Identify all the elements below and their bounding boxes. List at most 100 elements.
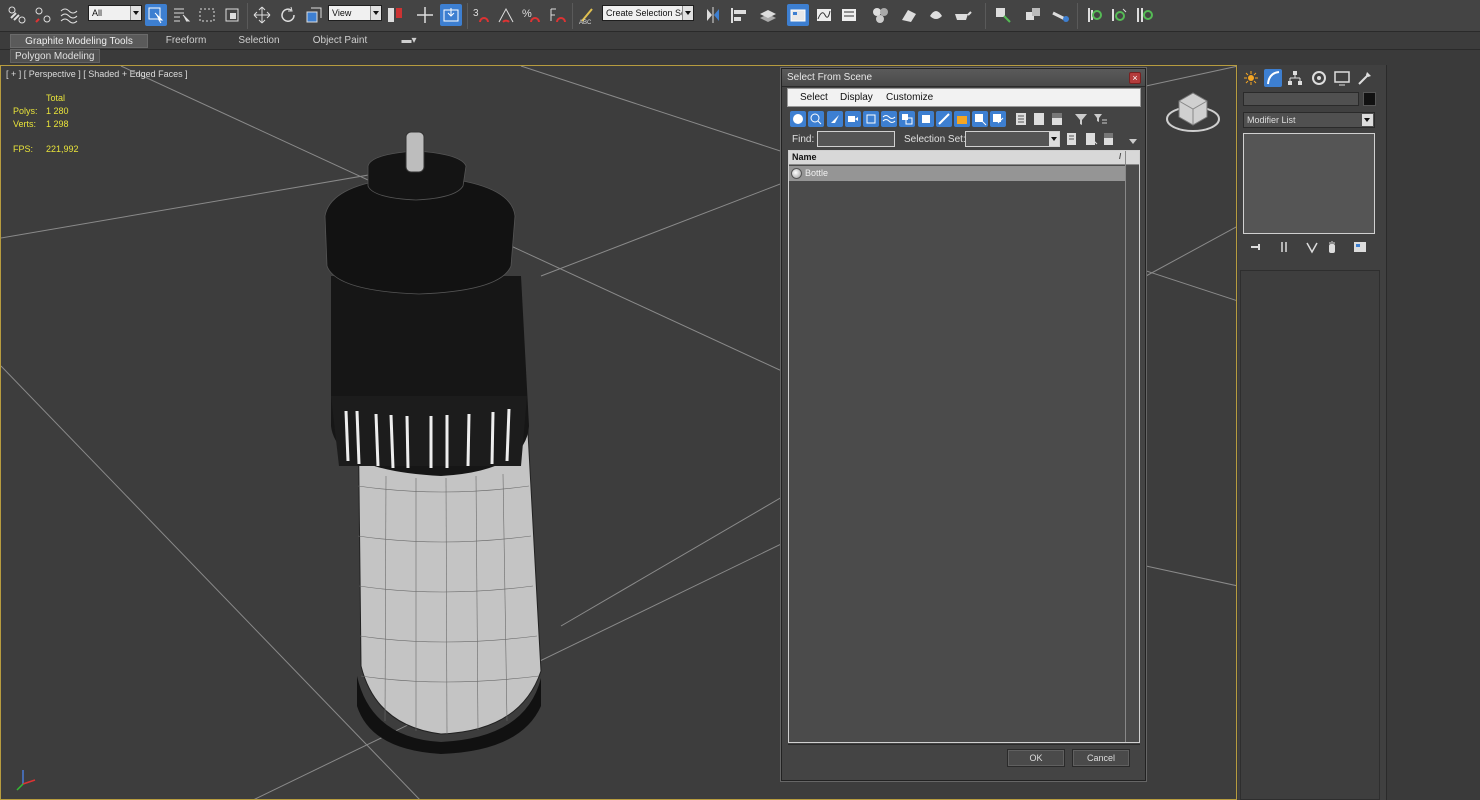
select-by-name-icon[interactable] xyxy=(170,4,192,26)
main-toolbar: All View 3 % ABC Create Selection Se xyxy=(0,0,1480,32)
motion-panel-icon[interactable] xyxy=(1310,69,1328,87)
configure-modifier-sets-icon[interactable] xyxy=(1352,239,1368,255)
display-invert-icon[interactable] xyxy=(1049,111,1065,127)
selection-set-dropdown[interactable] xyxy=(965,131,1060,147)
extras-toolbar-icon-3[interactable] xyxy=(1049,4,1071,26)
select-dependents-icon[interactable] xyxy=(1092,111,1108,127)
object-name-field[interactable] xyxy=(1243,92,1359,106)
display-groups-icon[interactable] xyxy=(899,111,915,127)
select-and-rotate-icon[interactable] xyxy=(277,4,299,26)
rectangular-selection-icon[interactable] xyxy=(196,4,218,26)
angle-snap-icon[interactable] xyxy=(495,4,517,26)
display-frozen-icon[interactable] xyxy=(972,111,988,127)
select-invert-icon[interactable] xyxy=(1101,131,1117,147)
expand-toolbar-icon[interactable] xyxy=(1125,133,1141,149)
polygon-modeling-panel[interactable]: Polygon Modeling xyxy=(10,49,100,63)
find-label: Find: xyxy=(792,134,815,145)
display-bones-icon[interactable] xyxy=(936,111,952,127)
align-icon[interactable] xyxy=(728,4,750,26)
display-hidden-icon[interactable] xyxy=(990,111,1006,127)
list-header[interactable]: Name / xyxy=(789,151,1139,165)
geometry-object-icon xyxy=(791,168,802,179)
find-input[interactable] xyxy=(817,131,895,147)
list-scrollbar[interactable] xyxy=(1125,151,1139,742)
pin-stack-icon[interactable] xyxy=(1248,239,1264,255)
pivot-point-center-icon[interactable] xyxy=(384,4,406,26)
display-none-icon[interactable] xyxy=(1031,111,1047,127)
mirror-icon[interactable] xyxy=(702,4,724,26)
display-space-warps-icon[interactable] xyxy=(881,111,897,127)
display-containers-icon[interactable] xyxy=(954,111,970,127)
column-name-header[interactable]: Name xyxy=(792,152,817,162)
menu-display[interactable]: Display xyxy=(840,92,873,103)
extras-toolbar-icon-2[interactable] xyxy=(1022,4,1044,26)
named-selection-sets-dropdown[interactable]: Create Selection Se xyxy=(602,5,694,21)
object-color-swatch[interactable] xyxy=(1363,92,1376,106)
tab-freeform[interactable]: Freeform xyxy=(158,34,214,48)
rendered-frame-window-icon[interactable] xyxy=(925,4,947,26)
selection-filter-dropdown[interactable]: All xyxy=(88,5,142,21)
list-item[interactable]: Bottle xyxy=(789,166,1125,181)
display-cameras-icon[interactable] xyxy=(845,111,861,127)
modify-panel-icon[interactable] xyxy=(1264,69,1282,87)
manipulate-icon[interactable] xyxy=(414,4,436,26)
layer-manager-icon[interactable] xyxy=(757,4,779,26)
dialog-menu-bar: Select Display Customize xyxy=(787,88,1141,107)
curve-editor-icon[interactable] xyxy=(813,4,835,26)
modifier-stack[interactable] xyxy=(1243,133,1375,234)
tab-object-paint[interactable]: Object Paint xyxy=(306,34,374,48)
remove-modifier-icon[interactable] xyxy=(1324,239,1340,255)
spinner-snap-icon[interactable] xyxy=(546,4,568,26)
ok-button[interactable]: OK xyxy=(1007,749,1065,767)
render-production-icon[interactable] xyxy=(951,4,973,26)
render-setup-icon[interactable] xyxy=(898,4,920,26)
scene-object-list[interactable]: Name / Bottle xyxy=(788,150,1140,743)
keyboard-shortcut-override-icon[interactable] xyxy=(440,4,462,26)
display-shapes-icon[interactable] xyxy=(808,111,824,127)
extras-toolbar-icon-4[interactable] xyxy=(1083,4,1105,26)
tab-selection[interactable]: Selection xyxy=(230,34,288,48)
material-editor-icon[interactable] xyxy=(869,4,891,26)
show-end-result-icon[interactable] xyxy=(1276,239,1292,255)
cancel-button[interactable]: Cancel xyxy=(1072,749,1130,767)
extras-toolbar-icon-1[interactable] xyxy=(992,4,1014,26)
ribbon-options-icon[interactable]: ▬▾ xyxy=(398,34,420,48)
utilities-panel-icon[interactable] xyxy=(1356,69,1374,87)
edit-named-selection-icon[interactable]: ABC xyxy=(576,4,598,26)
display-xrefs-icon[interactable] xyxy=(918,111,934,127)
select-and-scale-icon[interactable] xyxy=(303,4,325,26)
select-and-link-icon[interactable] xyxy=(6,4,28,26)
select-all-icon[interactable] xyxy=(1064,131,1080,147)
bind-to-space-warp-icon[interactable] xyxy=(58,4,80,26)
display-lights-icon[interactable] xyxy=(827,111,843,127)
select-none-icon[interactable] xyxy=(1083,131,1099,147)
reference-coordinate-dropdown[interactable]: View xyxy=(328,5,382,21)
display-helpers-icon[interactable] xyxy=(863,111,879,127)
select-and-move-icon[interactable] xyxy=(251,4,273,26)
dialog-title-bar[interactable]: Select From Scene × xyxy=(782,69,1145,87)
modifier-list-dropdown[interactable]: Modifier List xyxy=(1243,112,1375,128)
make-unique-icon[interactable] xyxy=(1304,239,1320,255)
create-panel-icon[interactable] xyxy=(1242,69,1260,87)
hierarchy-panel-icon[interactable] xyxy=(1286,69,1304,87)
menu-customize[interactable]: Customize xyxy=(886,92,933,103)
filter-icon[interactable] xyxy=(1073,111,1089,127)
extras-toolbar-icon-5[interactable] xyxy=(1108,4,1130,26)
display-panel-icon[interactable] xyxy=(1333,69,1351,87)
select-object-icon[interactable] xyxy=(145,4,167,26)
graphite-modeling-tools-toggle-icon[interactable] xyxy=(787,4,809,26)
display-all-icon[interactable] xyxy=(1013,111,1029,127)
viewport-label[interactable]: [ + ] [ Perspective ] [ Shaded + Edged F… xyxy=(6,69,188,79)
close-icon[interactable]: × xyxy=(1129,72,1141,84)
stats-fps-label: FPS: xyxy=(13,144,34,154)
window-crossing-icon[interactable] xyxy=(221,4,243,26)
unlink-selection-icon[interactable] xyxy=(32,4,54,26)
extras-toolbar-icon-6[interactable] xyxy=(1133,4,1155,26)
snaps-toggle-icon[interactable]: 3 xyxy=(471,4,493,26)
percent-snap-icon[interactable]: % xyxy=(520,4,542,26)
find-row: Find: Selection Set: xyxy=(787,131,1141,149)
tab-graphite-modeling-tools[interactable]: Graphite Modeling Tools xyxy=(10,34,148,48)
display-geometry-icon[interactable] xyxy=(790,111,806,127)
schematic-view-icon[interactable] xyxy=(838,4,860,26)
menu-select[interactable]: Select xyxy=(800,92,828,103)
